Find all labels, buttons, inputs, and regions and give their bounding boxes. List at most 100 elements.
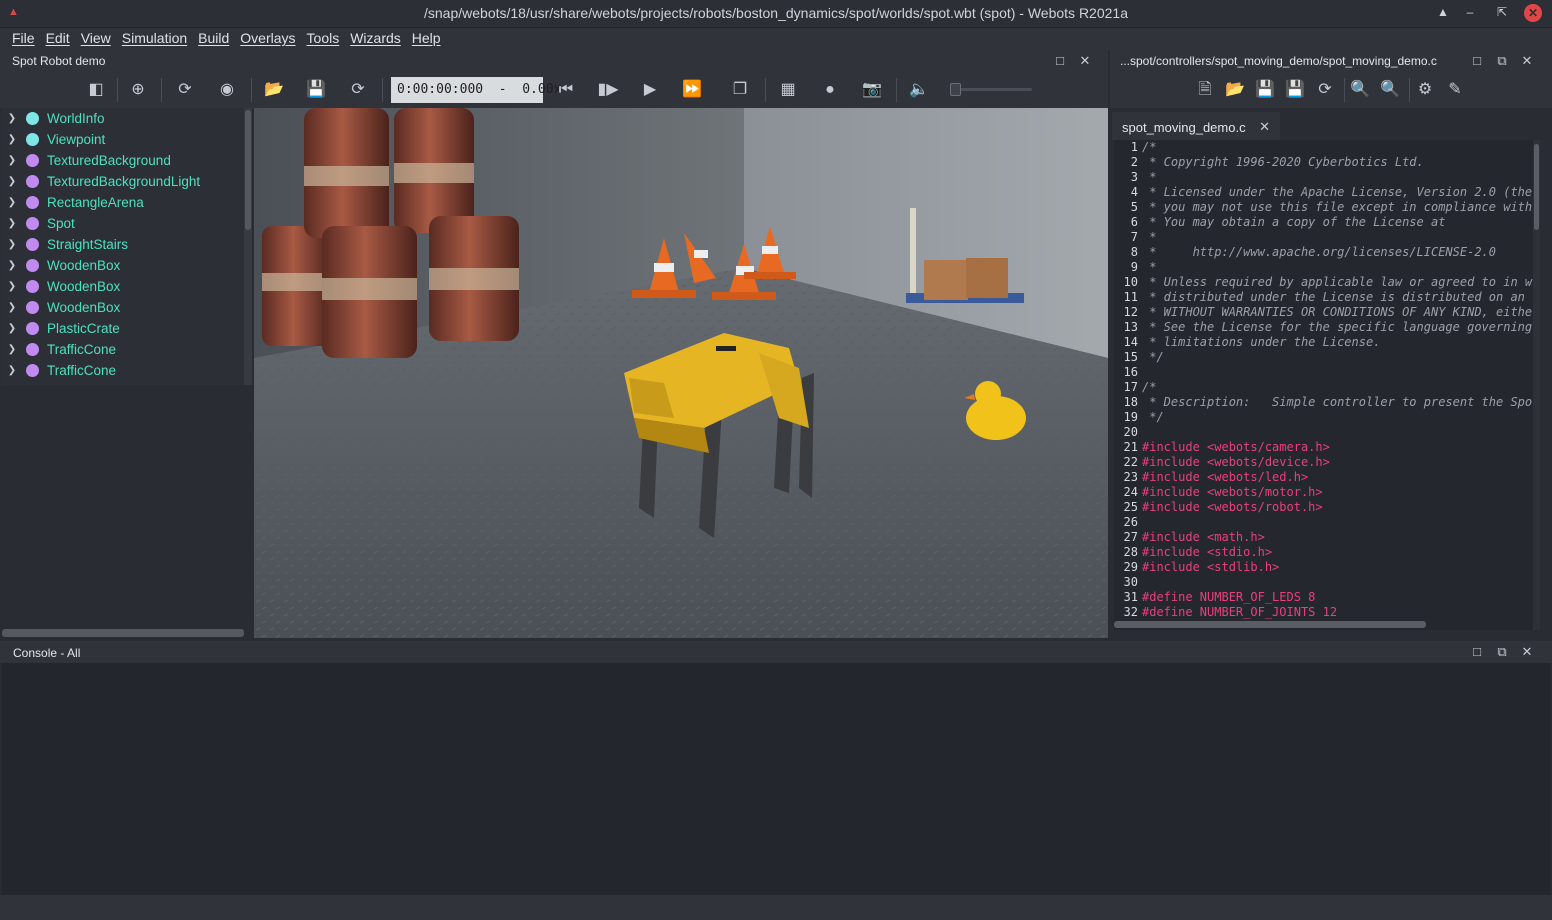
reload-world-icon[interactable]: ⟳	[347, 80, 369, 100]
add-node-icon[interactable]: ⊕	[127, 80, 149, 100]
tab-spot-moving-demo[interactable]: spot_moving_demo.c ✕	[1112, 112, 1280, 140]
fast-forward-icon[interactable]: ⏩	[681, 80, 703, 100]
eye-icon[interactable]: ◉	[216, 80, 238, 100]
save-file-icon[interactable]: 💾	[1254, 80, 1276, 100]
scene-tree-item[interactable]: ❯ WoodenBox	[2, 297, 244, 318]
expand-arrow-icon[interactable]: ❯	[2, 323, 22, 334]
expand-arrow-icon[interactable]: ❯	[2, 260, 22, 271]
build-settings-gear-icon[interactable]: ⚙	[1414, 80, 1436, 100]
expand-arrow-icon[interactable]: ❯	[2, 281, 22, 292]
scrollbar-thumb[interactable]	[245, 110, 251, 230]
expand-arrow-icon[interactable]: ❯	[2, 155, 22, 166]
3d-scene-render[interactable]	[254, 108, 1108, 638]
menu-file[interactable]: File	[12, 28, 35, 48]
scene-tree-item[interactable]: ❯ PlasticCrate	[2, 318, 244, 339]
movie-icon[interactable]: ▦	[777, 80, 799, 100]
build-brush-icon[interactable]: ✎	[1444, 80, 1466, 100]
scene-tree-item[interactable]: ❯ TexturedBackground	[2, 150, 244, 171]
new-file-icon[interactable]: 🗎	[1194, 80, 1216, 100]
volume-slider-handle[interactable]	[950, 83, 961, 96]
editor-dock-header: ...spot/controllers/spot_moving_demo/spo…	[1110, 50, 1552, 72]
close-icon[interactable]: ✕	[1524, 4, 1542, 22]
play-icon[interactable]: ▶	[639, 80, 661, 100]
scene-tree-vertical-scrollbar[interactable]	[244, 108, 252, 385]
open-file-icon[interactable]: 📂	[1224, 80, 1246, 100]
open-world-icon[interactable]: 📂	[263, 80, 285, 100]
volume-slider[interactable]	[950, 83, 1032, 96]
code-text: *	[1142, 260, 1157, 274]
code-text: * Description: Simple controller to pres…	[1142, 395, 1540, 409]
code-line: 30	[1114, 575, 1540, 590]
node-type-icon	[26, 217, 39, 230]
expand-arrow-icon[interactable]: ❯	[2, 218, 22, 229]
restore-icon[interactable]: ⧉	[1494, 644, 1510, 660]
menu-wizards[interactable]: Wizards	[350, 28, 401, 48]
menu-overlays[interactable]: Overlays	[240, 28, 295, 48]
record-icon[interactable]: ●	[819, 80, 841, 100]
code-line: 3 *	[1114, 170, 1540, 185]
reset-simulation-icon[interactable]: ⏮	[555, 80, 577, 100]
float-icon[interactable]: □	[1469, 53, 1485, 68]
menu-view[interactable]: View	[81, 28, 111, 48]
close-icon[interactable]: ✕	[1519, 53, 1535, 69]
console-output[interactable]	[2, 663, 1550, 895]
scene-tree-item[interactable]: ❯ Viewpoint	[2, 129, 244, 150]
scene-tree-item[interactable]: ❯ WorldInfo	[2, 108, 244, 129]
find-icon[interactable]: 🔍	[1349, 80, 1371, 100]
scene-tree-item[interactable]: ❯ StraightStairs	[2, 234, 244, 255]
up-arrow-icon[interactable]: ▲	[1434, 5, 1452, 19]
rendering-icon[interactable]: ❐	[729, 80, 751, 100]
expand-arrow-icon[interactable]: ❯	[2, 113, 22, 124]
code-horizontal-scrollbar[interactable]	[1114, 621, 1426, 628]
expand-arrow-icon[interactable]: ❯	[2, 344, 22, 355]
menu-edit[interactable]: Edit	[46, 28, 70, 48]
scene-tree-item-label: RectangleArena	[47, 195, 144, 210]
expand-arrow-icon[interactable]: ❯	[2, 239, 22, 250]
menu-tools[interactable]: Tools	[307, 28, 340, 48]
screenshot-icon[interactable]: 📷	[861, 80, 883, 100]
scene-tree-item[interactable]: ❯ Spot	[2, 213, 244, 234]
minimize-icon[interactable]: –	[1461, 5, 1479, 19]
find-replace-icon[interactable]: 🔍	[1379, 80, 1401, 100]
3d-view[interactable]	[254, 108, 1108, 638]
restore-icon[interactable]: ⧉	[1494, 53, 1510, 69]
code-line: 20	[1114, 425, 1540, 440]
scene-tree-horizontal-scrollbar[interactable]	[2, 629, 244, 637]
scene-tree-item[interactable]: ❯ RectangleArena	[2, 192, 244, 213]
scrollbar-thumb[interactable]	[1534, 144, 1539, 230]
code-editor[interactable]: 1/* 2 * Copyright 1996-2020 Cyberbotics L…	[1114, 140, 1540, 630]
float-icon[interactable]: □	[1469, 644, 1485, 659]
step-icon[interactable]: ▮▶	[597, 80, 619, 100]
save-world-icon[interactable]: 💾	[305, 80, 327, 100]
scene-tree-item[interactable]: ❯ TexturedBackgroundLight	[2, 171, 244, 192]
close-icon[interactable]: ✕	[1519, 644, 1535, 660]
restore-icon[interactable]: ⇱	[1493, 5, 1511, 19]
revert-icon[interactable]: ⟳	[1314, 80, 1336, 100]
mute-icon[interactable]: 🔈	[908, 80, 930, 100]
code-text: * http://www.apache.org/licenses/LICENSE…	[1142, 245, 1497, 259]
scene-tree-item[interactable]: ❯ TrafficCone	[2, 339, 244, 360]
code-text: */	[1142, 410, 1164, 424]
scene-tree-item[interactable]: ❯ WoodenBox	[2, 276, 244, 297]
code-vertical-scrollbar[interactable]	[1533, 140, 1540, 630]
save-as-icon[interactable]: 💾	[1284, 80, 1306, 100]
scene-tree-item[interactable]: ❯ TrafficCone	[2, 360, 244, 381]
reset-viewpoint-icon[interactable]: ⟳	[174, 80, 196, 100]
float-icon[interactable]: □	[1052, 53, 1068, 68]
scene-tree-item-label: WoodenBox	[47, 300, 121, 315]
line-number: 23	[1123, 470, 1138, 484]
code-line: 9 *	[1114, 260, 1540, 275]
scene-tree-item[interactable]: ❯ WoodenBox	[2, 255, 244, 276]
expand-arrow-icon[interactable]: ❯	[2, 302, 22, 313]
toggle-scene-tree-icon[interactable]: ◧	[85, 80, 107, 100]
expand-arrow-icon[interactable]: ❯	[2, 197, 22, 208]
menu-simulation[interactable]: Simulation	[122, 28, 187, 48]
expand-arrow-icon[interactable]: ❯	[2, 176, 22, 187]
close-icon[interactable]: ✕	[1077, 53, 1093, 69]
close-tab-icon[interactable]: ✕	[1259, 119, 1270, 135]
expand-arrow-icon[interactable]: ❯	[2, 134, 22, 145]
menu-help[interactable]: Help	[412, 28, 441, 48]
expand-arrow-icon[interactable]: ❯	[2, 365, 22, 376]
line-number: 29	[1123, 560, 1138, 574]
menu-build[interactable]: Build	[198, 28, 229, 48]
